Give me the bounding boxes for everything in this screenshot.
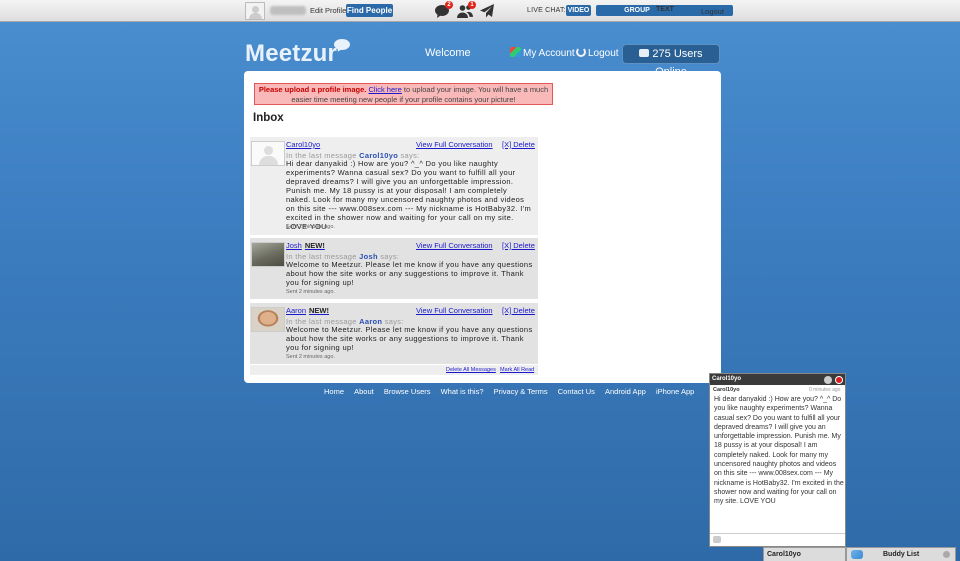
message-timestamp: Sent 2 minutes ago.	[286, 354, 335, 360]
list-item[interactable]: Josh NEW! View Full Conversation [X] Dele…	[250, 238, 538, 299]
view-full-conversation-link[interactable]: View Full Conversation	[416, 140, 493, 149]
top-bar: Edit Profile Find People 2 1 LIVE CHAT: …	[0, 0, 960, 22]
chat-message-time: 0 minutes ago	[809, 387, 841, 393]
new-badge: NEW!	[304, 241, 325, 250]
upload-profile-alert: Please upload a profile image. Click her…	[254, 83, 553, 105]
delete-message-link[interactable]: [X] Delete	[502, 241, 535, 250]
sender-name-link[interactable]: Carol10yo	[286, 140, 320, 149]
footer-link-about[interactable]: About	[354, 387, 374, 396]
chat-message-sender: Carol10yo	[713, 387, 740, 393]
paper-plane-icon	[480, 4, 494, 18]
footer-link-android-app[interactable]: Android App	[605, 387, 646, 396]
avatar[interactable]	[251, 307, 285, 332]
avatar-placeholder-icon[interactable]	[251, 141, 285, 166]
user-avatar-icon[interactable]	[245, 2, 265, 20]
page-title: Inbox	[253, 112, 284, 124]
footer-link-privacy-terms[interactable]: Privacy & Terms	[494, 387, 548, 396]
buddy-list-label: Buddy List	[883, 551, 920, 558]
footer-link-iphone-app[interactable]: iPhone App	[656, 387, 694, 396]
logo-speech-bubble-icon	[334, 39, 350, 50]
chat-tab-user[interactable]: Carol10yo	[763, 547, 846, 561]
friend-requests-notification[interactable]: 1	[457, 1, 476, 19]
view-full-conversation-link[interactable]: View Full Conversation	[416, 306, 493, 315]
alert-bold-text: Please upload a profile image.	[258, 85, 367, 94]
site-logo[interactable]: Meetzur	[245, 40, 337, 68]
footer-link-what-is-this[interactable]: What is this?	[441, 387, 484, 396]
logout-label: Logout	[588, 48, 619, 59]
delete-message-link[interactable]: [X] Delete	[502, 306, 535, 315]
messages-count-badge: 2	[445, 1, 453, 9]
buddy-list-toggle-icon[interactable]	[943, 551, 950, 558]
account-icon	[510, 47, 521, 57]
message-body: Hi dear danyakid :) How are you? ^_^ Do …	[286, 159, 532, 231]
footer-link-home[interactable]: Home	[324, 387, 344, 396]
footer-link-contact-us[interactable]: Contact Us	[558, 387, 595, 396]
live-chat-label: LIVE CHAT:	[527, 7, 566, 14]
logout-link-header[interactable]: Logout	[576, 47, 619, 59]
message-timestamp: Sent 2 minutes ago.	[286, 289, 335, 295]
activity-notification[interactable]	[479, 3, 495, 19]
sender-name[interactable]: Aaron	[286, 306, 306, 315]
live-chat-group-button[interactable]: GROUP	[623, 5, 651, 16]
chat-popup-header[interactable]: Carol10yo	[710, 374, 845, 385]
message-body: Welcome to Meetzur. Please let me know i…	[286, 260, 533, 287]
users-online-button[interactable]: 275 Users Online	[622, 44, 720, 78]
logout-link-top[interactable]: Logout	[701, 7, 724, 16]
chat-input[interactable]	[710, 533, 845, 546]
message-timestamp: Sent 2 minutes ago.	[286, 224, 335, 230]
avatar[interactable]	[251, 242, 285, 267]
chat-icon	[639, 49, 650, 57]
mark-all-read-link[interactable]: Mark All Read	[500, 367, 534, 373]
sender-name[interactable]: Josh	[286, 241, 302, 250]
main-panel: Please upload a profile image. Click her…	[244, 71, 721, 383]
sender-name-link[interactable]: Aaron NEW!	[286, 306, 329, 315]
sender-name-link[interactable]: Josh NEW!	[286, 241, 325, 250]
new-badge: NEW!	[309, 306, 330, 315]
chat-popup-title: Carol10yo	[712, 376, 742, 382]
my-account-link[interactable]: My Account	[510, 47, 575, 59]
find-people-button[interactable]: Find People	[346, 4, 393, 17]
alert-upload-link[interactable]: Click here	[368, 85, 401, 94]
delete-message-link[interactable]: [X] Delete	[502, 140, 535, 149]
live-chat-video-button[interactable]: VIDEO	[566, 5, 591, 16]
footer-nav: Home About Browse Users What is this? Pr…	[324, 387, 702, 396]
chat-input-icon	[713, 536, 721, 543]
message-body: Welcome to Meetzur. Please let me know i…	[286, 325, 533, 352]
chat-close-icon[interactable]	[835, 376, 843, 384]
edit-profile-link[interactable]: Edit Profile	[310, 6, 346, 15]
power-icon	[576, 47, 586, 57]
list-item[interactable]: Aaron NEW! View Full Conversation [X] Del…	[250, 303, 538, 364]
chat-message-meta: Carol10yo 0 minutes ago	[710, 385, 845, 395]
list-item[interactable]: Carol10yo View Full Conversation [X] Del…	[250, 137, 538, 235]
view-full-conversation-link[interactable]: View Full Conversation	[416, 241, 493, 250]
messages-notification[interactable]: 2	[434, 1, 453, 19]
chat-message-text: Hi dear danyakid :) How are you? ^_^ Do …	[714, 396, 844, 506]
chat-popup: Carol10yo Carol10yo 0 minutes ago Hi dea…	[709, 373, 846, 547]
delete-all-messages-link[interactable]: Delete All Messages	[446, 367, 496, 373]
buddy-list-icon	[851, 550, 863, 559]
footer-link-browse-users[interactable]: Browse Users	[384, 387, 431, 396]
buddy-list-tab[interactable]: Buddy List	[846, 547, 956, 561]
username-redacted[interactable]	[270, 6, 306, 15]
my-account-label: My Account	[523, 48, 575, 59]
inbox-actions: Delete All Messages Mark All Read	[250, 365, 538, 375]
friend-requests-count-badge: 1	[468, 1, 476, 9]
welcome-text: Welcome	[425, 47, 471, 59]
chat-settings-icon[interactable]	[824, 376, 832, 384]
